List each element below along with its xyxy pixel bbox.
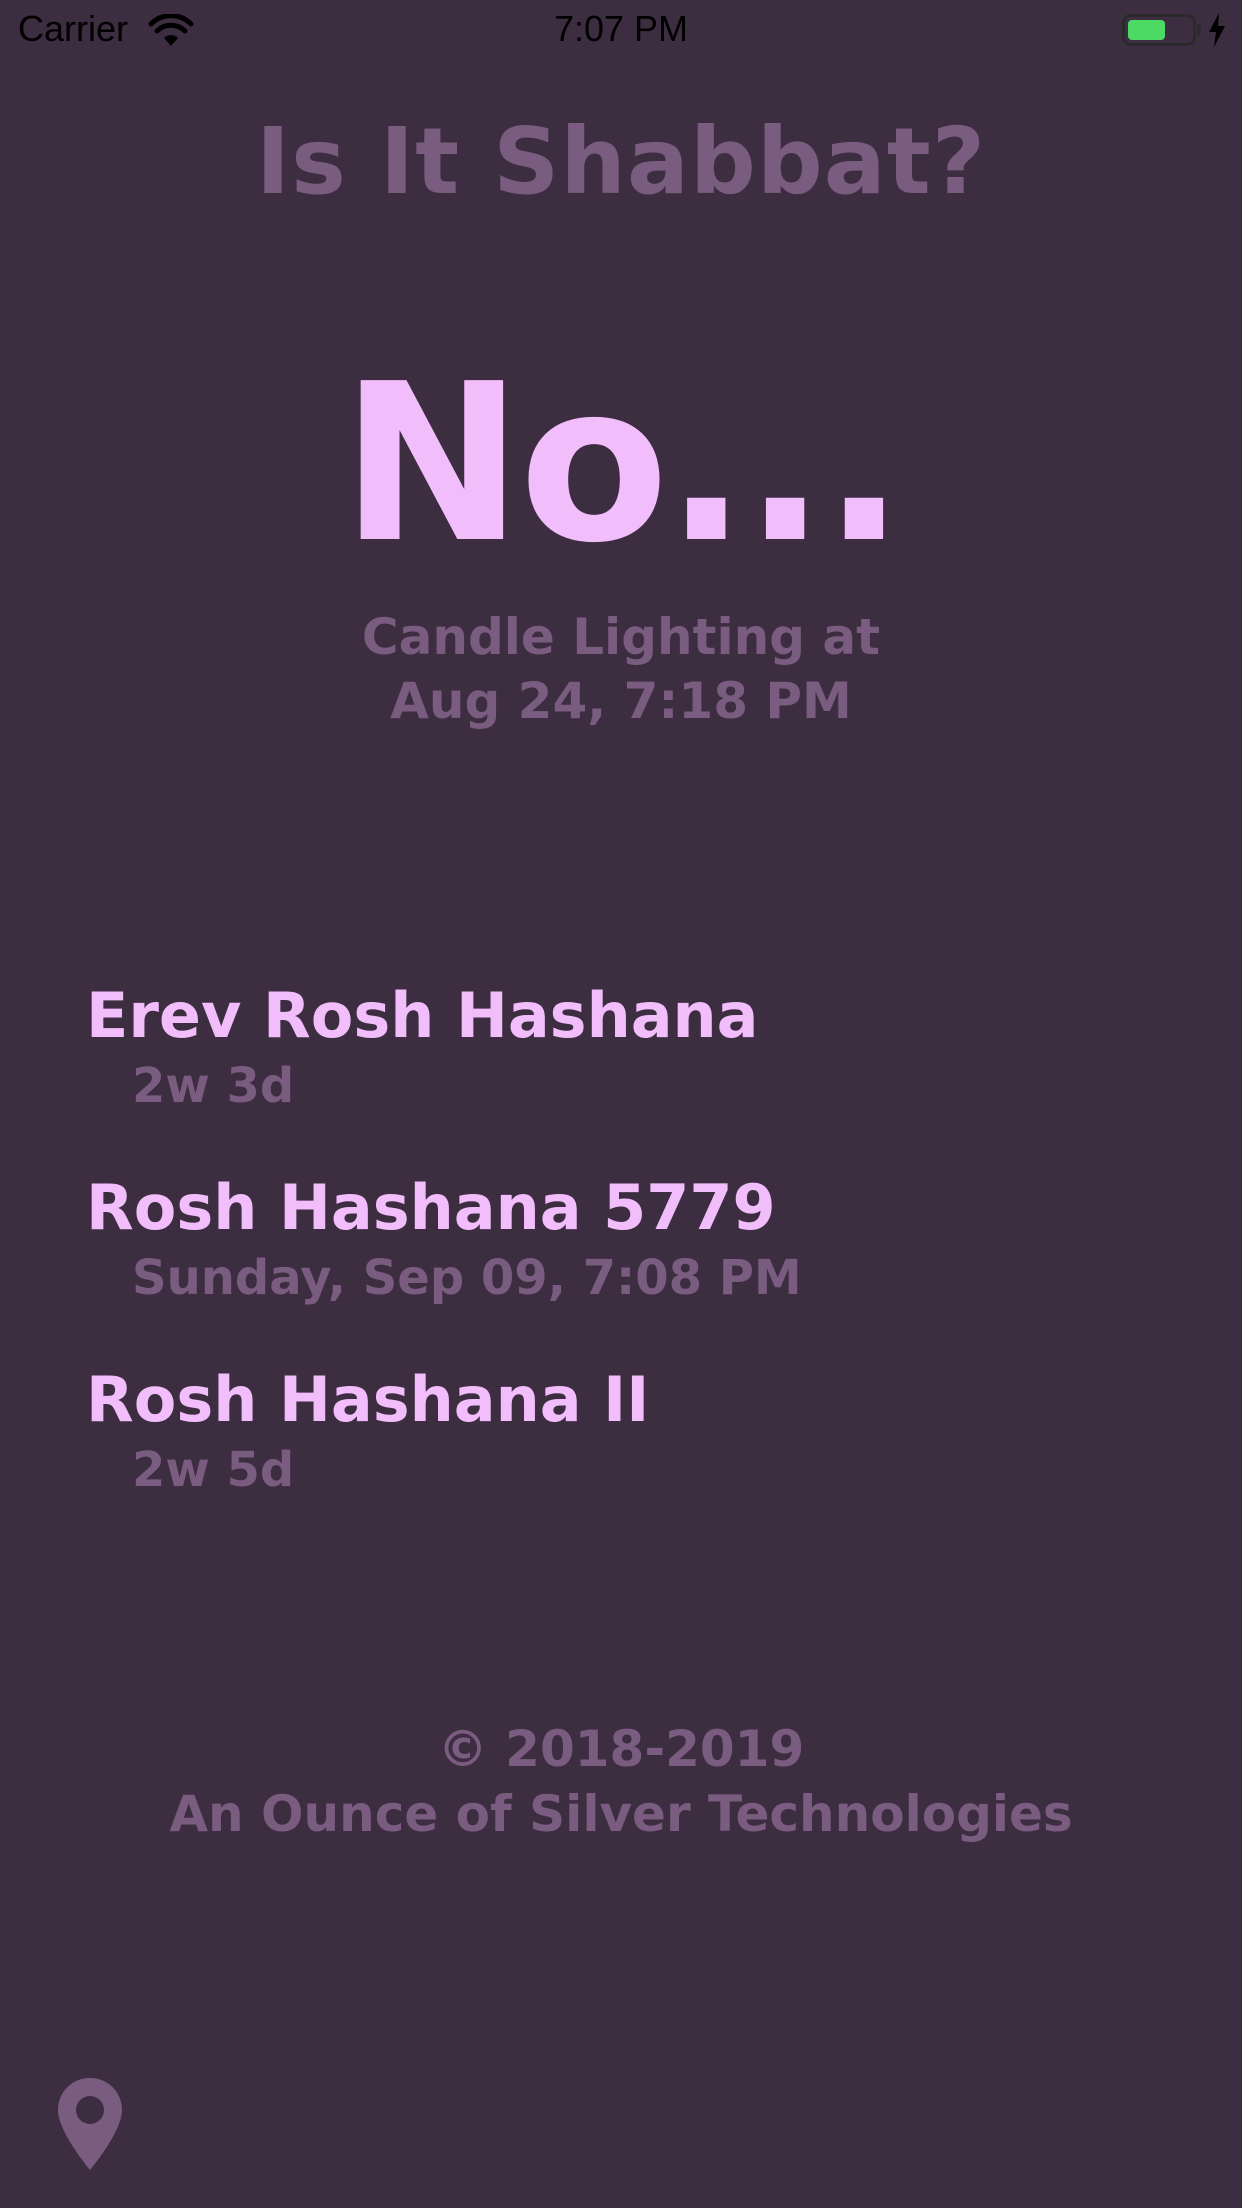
footer-copyright: © 2018-2019 <box>437 1720 805 1778</box>
footer-company: An Ounce of Silver Technologies <box>169 1785 1073 1843</box>
battery-icon <box>1122 14 1196 46</box>
page-title: Is It Shabbat? <box>255 108 987 215</box>
candle-lighting-datetime: Aug 24, 7:18 PM <box>390 672 852 730</box>
event-countdown: 2w 3d <box>132 1058 295 1114</box>
event-name: Rosh Hashana II <box>86 1363 650 1436</box>
status-bar: Carrier 7:07 PM <box>0 0 1242 60</box>
charging-bolt-icon <box>1209 13 1225 47</box>
event-item: Rosh Hashana II 2w 5d <box>86 1362 1186 1554</box>
status-time: 7:07 PM <box>553 8 689 49</box>
battery-level-fill <box>1128 20 1165 40</box>
event-countdown: Sunday, Sep 09, 7:08 PM <box>132 1250 802 1306</box>
shabbat-answer: No... <box>340 338 906 591</box>
upcoming-events-list: Erev Rosh Hashana 2w 3d Rosh Hashana 577… <box>86 978 1186 1554</box>
battery-tip <box>1197 24 1201 36</box>
candle-lighting-label: Candle Lighting at <box>361 608 881 666</box>
event-countdown: 2w 5d <box>132 1442 295 1498</box>
event-name: Erev Rosh Hashana <box>86 979 759 1052</box>
event-item: Rosh Hashana 5779 Sunday, Sep 09, 7:08 P… <box>86 1170 1186 1362</box>
location-pin-icon[interactable] <box>56 2076 124 2172</box>
event-item: Erev Rosh Hashana 2w 3d <box>86 978 1186 1170</box>
event-name: Rosh Hashana 5779 <box>86 1171 776 1244</box>
